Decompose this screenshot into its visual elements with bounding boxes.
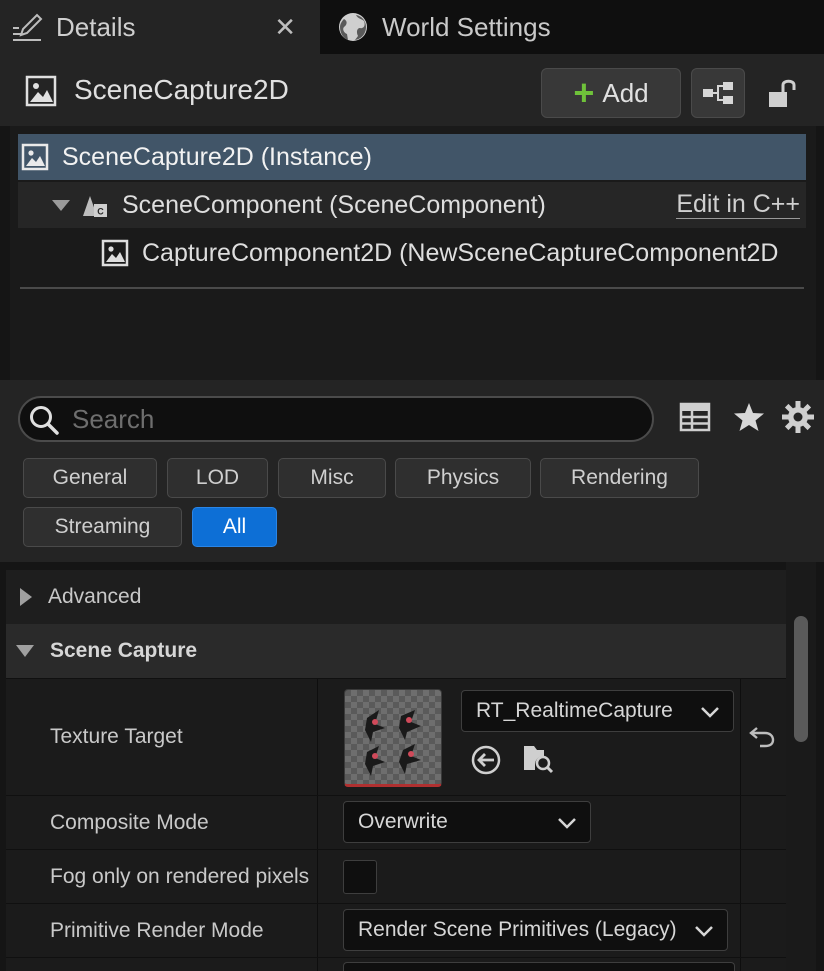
reset-column-divider — [740, 958, 741, 971]
texture-target-dropdown[interactable]: RT_RealtimeCapture — [461, 690, 734, 732]
prop-label: Primitive Render Mode — [50, 919, 264, 942]
browse-asset-icon[interactable] — [522, 742, 554, 774]
expand-arrow-icon — [20, 588, 32, 606]
reset-column-divider — [740, 850, 741, 903]
primitive-render-mode-dropdown[interactable]: Render Scene Primitives (Legacy) — [343, 909, 728, 951]
section-advanced-label: Advanced — [48, 585, 142, 608]
close-tab-icon[interactable]: ✕ — [274, 12, 296, 42]
tree-row-label: CaptureComponent2D (NewSceneCaptureCompo… — [142, 238, 779, 267]
filter-physics[interactable]: Physics — [395, 458, 531, 498]
section-scene-capture[interactable]: Scene Capture — [6, 624, 786, 678]
collapse-arrow-icon — [16, 645, 34, 657]
tree-row-capture-component[interactable]: CaptureComponent2D (NewSceneCaptureCompo… — [18, 230, 806, 276]
fog-only-checkbox[interactable] — [343, 860, 377, 894]
chevron-down-icon — [701, 707, 719, 718]
actor-title: SceneCapture2D — [74, 74, 289, 105]
add-button-label: Add — [602, 77, 649, 108]
filter-rendering[interactable]: Rendering — [540, 458, 699, 498]
tab-bar: Details ✕ World Settings — [0, 0, 824, 54]
unlock-icon[interactable] — [766, 76, 798, 110]
tree-row-label: SceneCapture2D (Instance) — [62, 142, 372, 171]
tab-details[interactable]: Details ✕ — [0, 0, 320, 54]
scene-capture-icon — [101, 239, 129, 267]
search-icon — [30, 406, 59, 435]
tab-world-settings[interactable]: World Settings — [322, 0, 822, 54]
next-row-dropdown[interactable] — [343, 962, 735, 971]
chevron-down-icon — [695, 926, 713, 937]
section-scene-capture-label: Scene Capture — [50, 639, 198, 662]
column-splitter[interactable] — [317, 679, 318, 795]
scrollbar-thumb[interactable] — [794, 616, 808, 742]
chevron-down-icon — [558, 818, 576, 829]
details-header: SceneCapture2D + Add — [0, 54, 824, 126]
tree-row-instance[interactable]: SceneCapture2D (Instance) — [18, 134, 806, 180]
scene-capture-icon — [25, 75, 57, 107]
reset-column-divider — [740, 796, 741, 849]
dropdown-value: RT_RealtimeCapture — [476, 699, 673, 722]
scene-capture-icon — [21, 143, 49, 171]
dropdown-value: Overwrite — [358, 810, 448, 833]
filter-general[interactable]: General — [23, 458, 157, 498]
texture-thumbnail[interactable] — [344, 689, 442, 787]
column-splitter[interactable] — [317, 850, 318, 903]
texture-preview-image — [365, 710, 421, 776]
gear-settings-icon[interactable] — [781, 400, 815, 434]
tree-row-label: SceneComponent (SceneComponent) — [122, 190, 546, 219]
prop-texture-target: Texture Target RT_RealtimeCapture — [6, 678, 786, 795]
prop-fog-rendered-pixels: Fog only on rendered pixels — [6, 849, 786, 903]
filter-misc[interactable]: Misc — [278, 458, 386, 498]
tab-details-label: Details — [56, 11, 136, 42]
column-splitter — [317, 958, 318, 971]
reset-column-divider — [740, 904, 741, 957]
reset-to-default-icon[interactable] — [748, 722, 776, 750]
dropdown-value: Render Scene Primitives (Legacy) — [358, 918, 677, 941]
column-splitter[interactable] — [317, 904, 318, 957]
prop-label: Composite Mode — [50, 811, 209, 834]
filter-streaming[interactable]: Streaming — [23, 507, 182, 547]
collapse-arrow-icon[interactable] — [52, 199, 70, 211]
blueprint-button[interactable] — [691, 68, 745, 118]
section-advanced[interactable]: Advanced — [6, 570, 786, 624]
prop-next-row — [6, 957, 786, 971]
tree-divider — [20, 287, 804, 289]
search-input[interactable] — [72, 402, 632, 436]
property-list: Advanced Scene Capture Texture Target RT… — [0, 562, 824, 971]
filter-area: General LOD Misc Physics Rendering Strea… — [0, 380, 824, 562]
prop-label: Fog only on rendered pixels — [50, 865, 310, 888]
filter-lod[interactable]: LOD — [167, 458, 268, 498]
column-splitter[interactable] — [317, 796, 318, 849]
tree-row-scene-component[interactable]: C SceneComponent (SceneComponent) Edit i… — [18, 182, 806, 228]
blueprint-hierarchy-icon — [703, 82, 733, 104]
reset-column-divider — [740, 679, 741, 795]
table-view-icon[interactable] — [678, 400, 712, 434]
filter-all[interactable]: All — [192, 507, 277, 547]
prop-composite-mode: Composite Mode Overwrite — [6, 795, 786, 849]
component-tree: SceneCapture2D (Instance) C SceneCompone… — [10, 126, 816, 380]
use-selected-asset-icon[interactable] — [470, 744, 502, 776]
star-favorites-icon[interactable] — [732, 400, 766, 434]
tab-world-settings-label: World Settings — [382, 11, 551, 42]
search-box[interactable] — [18, 396, 654, 442]
prop-label: Texture Target — [50, 725, 183, 748]
plus-icon: + — [573, 72, 595, 113]
svg-text:C: C — [97, 207, 104, 217]
prop-primitive-render-mode: Primitive Render Mode Render Scene Primi… — [6, 903, 786, 957]
edit-in-cpp-link[interactable]: Edit in C++ — [676, 190, 800, 219]
pencil-details-icon — [13, 13, 43, 41]
globe-icon — [339, 13, 367, 41]
scene-component-icon: C — [83, 196, 107, 217]
add-component-button[interactable]: + Add — [541, 68, 681, 118]
composite-mode-dropdown[interactable]: Overwrite — [343, 801, 591, 843]
